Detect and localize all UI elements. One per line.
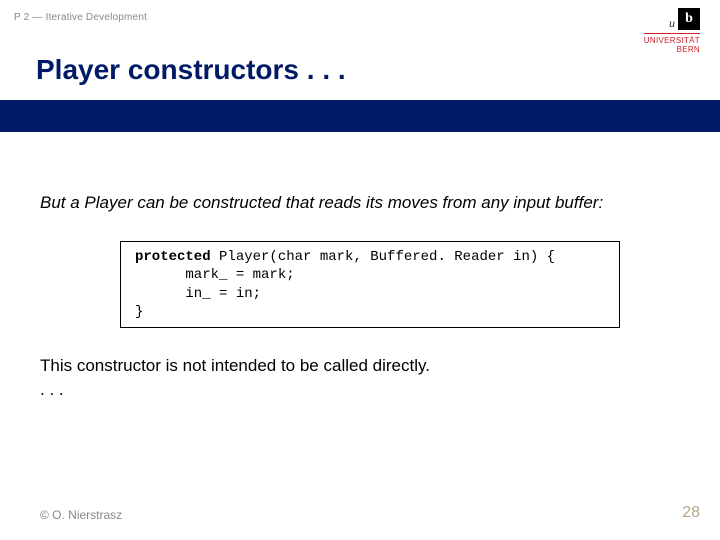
content: But a Player can be constructed that rea… <box>0 132 720 400</box>
code-l3: in_ = in; <box>135 286 261 302</box>
logo-b-square: b <box>678 8 700 30</box>
footer-page-number: 28 <box>682 504 700 522</box>
title-wrap: Player constructors . . . <box>0 52 720 86</box>
code-block: protected Player(char mark, Buffered. Re… <box>120 241 620 328</box>
code-keyword: protected <box>135 249 211 265</box>
lead-text: But a Player can be constructed that rea… <box>40 192 680 213</box>
ellipsis: . . . <box>40 380 680 400</box>
code-sig: Player(char mark, Buffered. Reader in) { <box>211 249 555 265</box>
nav-bar <box>0 100 720 132</box>
university-logo: u b UNIVERSITÄT BERN <box>644 8 700 55</box>
breadcrumb: P 2 — Iterative Development <box>14 8 147 23</box>
logo-line2: BERN <box>644 46 700 55</box>
below-text: This constructor is not intended to be c… <box>40 354 680 378</box>
code-l2: mark_ = mark; <box>135 267 295 283</box>
footer-copyright: © O. Nierstrasz <box>40 508 122 522</box>
page-title: Player constructors . . . <box>36 54 720 86</box>
header: P 2 — Iterative Development u b UNIVERSI… <box>0 0 720 52</box>
logo-u-glyph: u <box>669 17 675 29</box>
code-l4: } <box>135 304 143 320</box>
logo-subtext: UNIVERSITÄT BERN <box>644 33 700 55</box>
